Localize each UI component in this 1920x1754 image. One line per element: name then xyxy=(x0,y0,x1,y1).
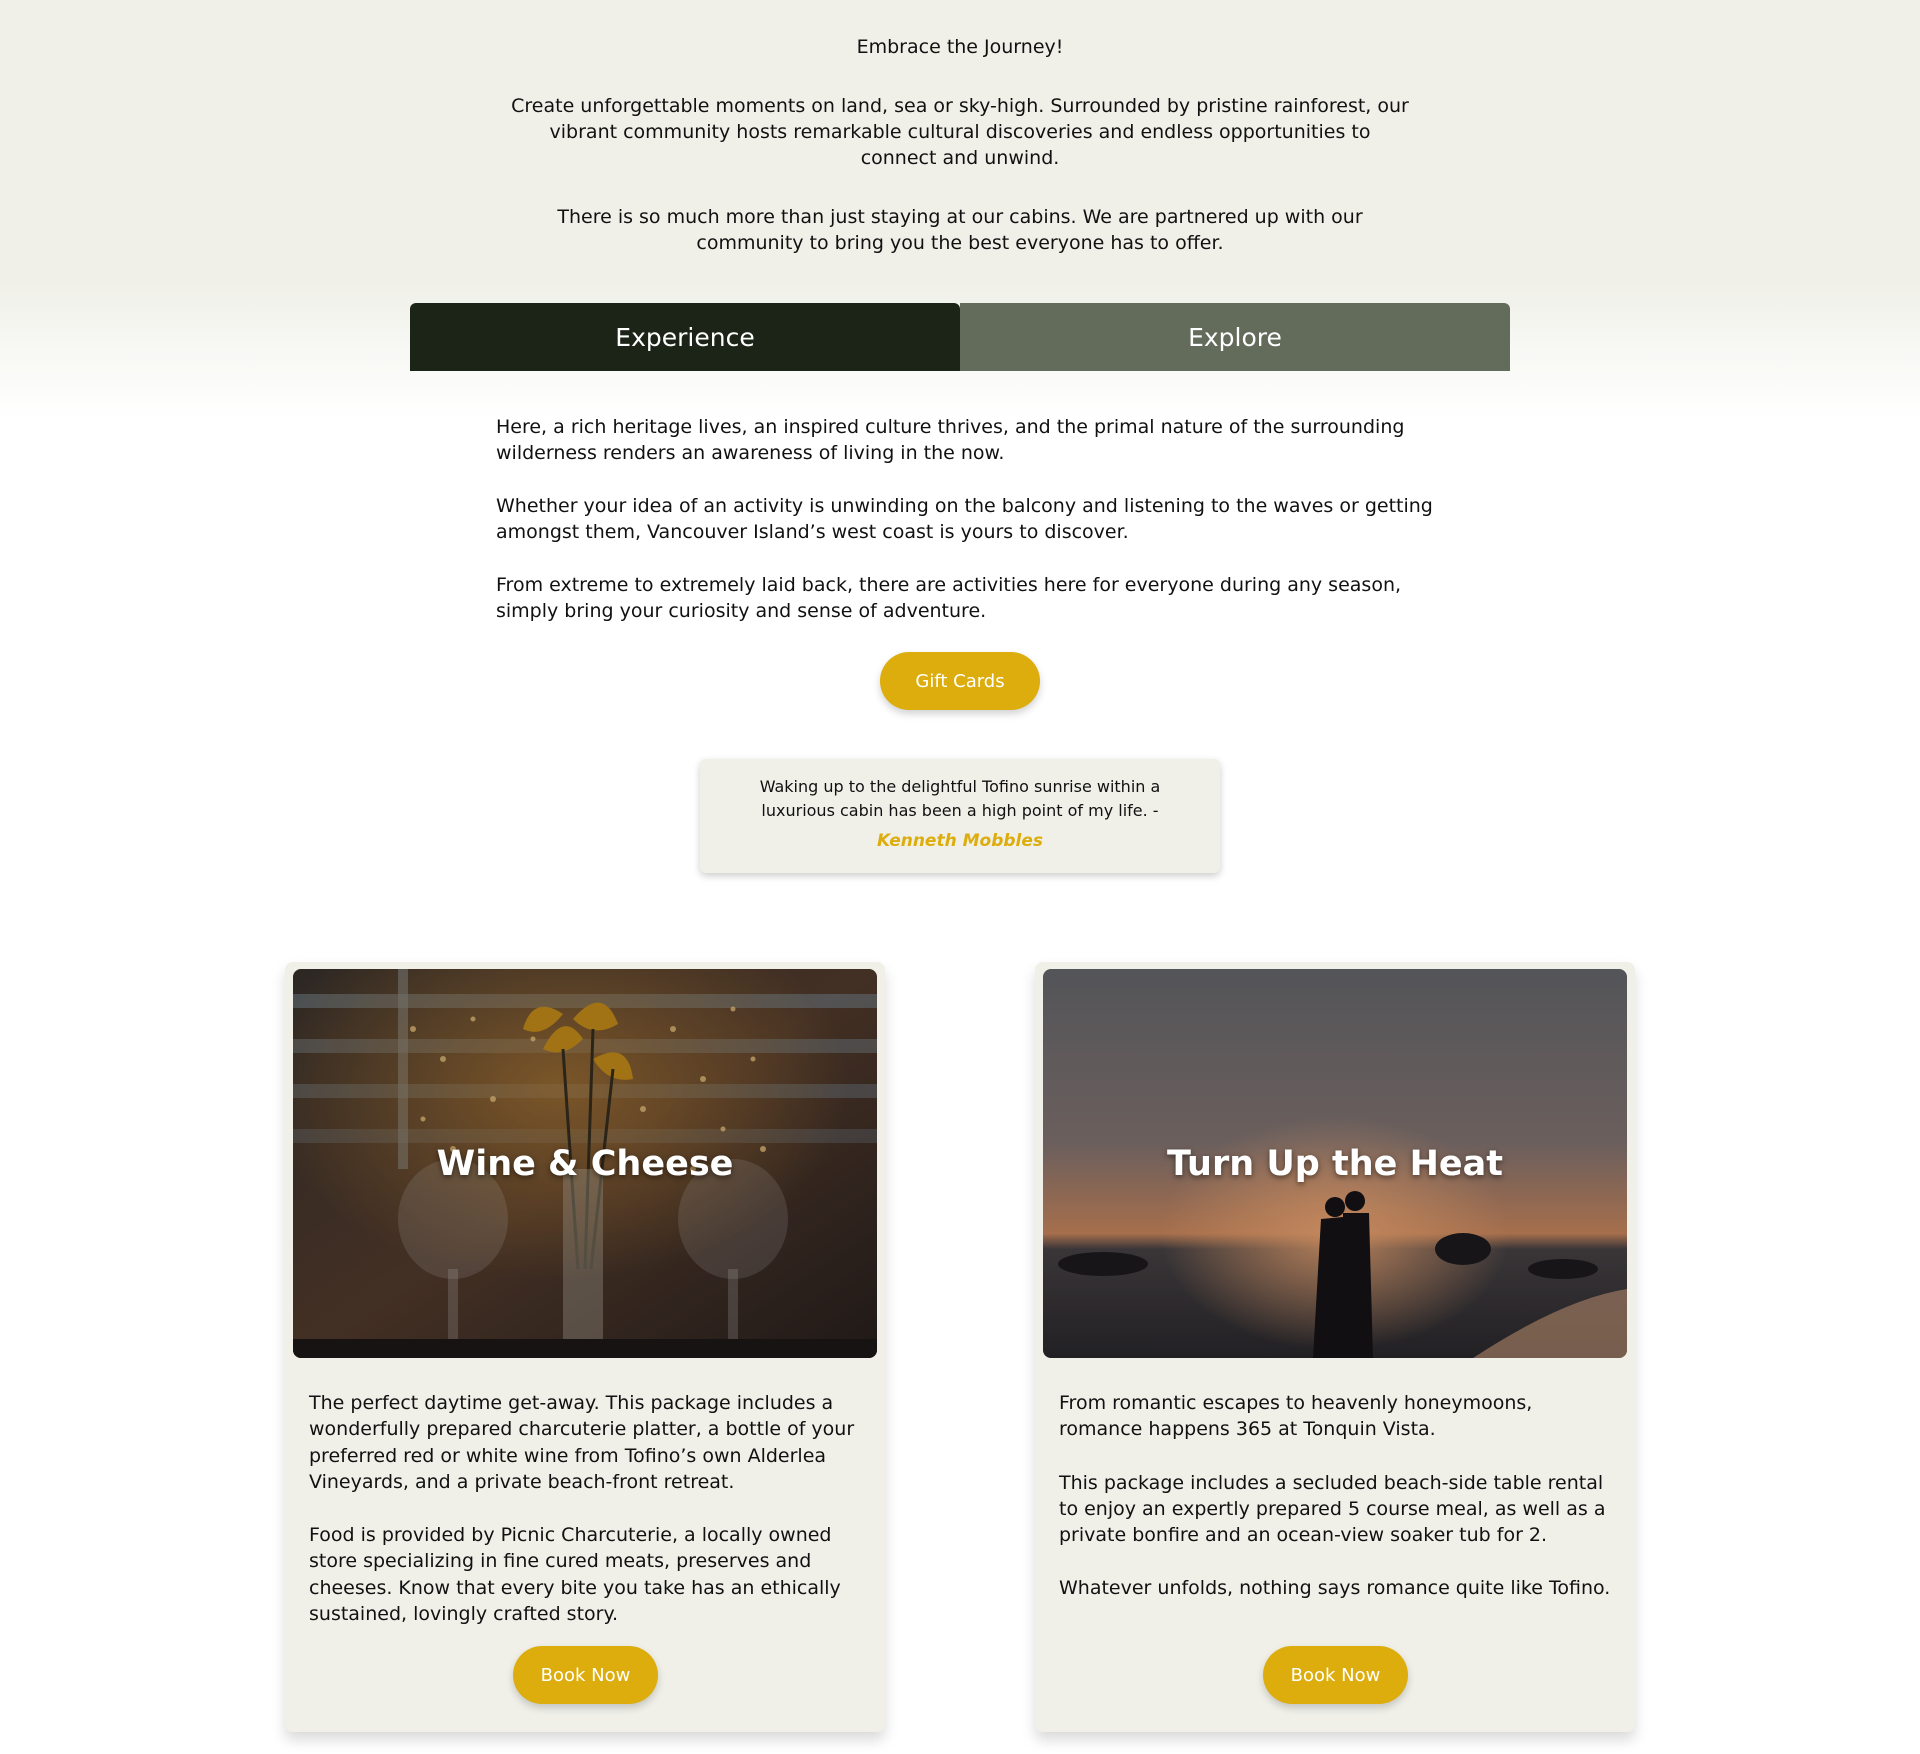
tab-bar: Experience Explore xyxy=(410,303,1510,371)
tab-experience[interactable]: Experience xyxy=(410,303,960,371)
testimonial-card: Waking up to the delightful Tofino sunri… xyxy=(700,759,1220,873)
wine-cheese-photo: Wine & Cheese xyxy=(293,969,877,1358)
intro-section: Embrace the Journey! Create unforgettabl… xyxy=(0,34,1920,289)
package-card-turn-up-the-heat: Turn Up the Heat From romantic escapes t… xyxy=(1035,962,1635,1732)
card-paragraph: The perfect daytime get-away. This packa… xyxy=(309,1392,855,1493)
card-paragraph: This package includes a secluded beach-s… xyxy=(1059,1471,1606,1547)
experience-content: Here, a rich heritage lives, an inspired… xyxy=(496,414,1436,651)
intro-paragraph: There is so much more than just staying … xyxy=(557,206,1363,254)
card-paragraph: From romantic escapes to heavenly honeym… xyxy=(1059,1392,1533,1441)
card-paragraph: Food is provided by Picnic Charcuterie, … xyxy=(309,1524,841,1626)
package-card-wine-cheese: Wine & Cheese The perfect daytime get-aw… xyxy=(285,962,885,1732)
tab-explore[interactable]: Explore xyxy=(960,303,1510,371)
card-title: Wine & Cheese xyxy=(436,1144,734,1184)
testimonial-author: Kenneth Mobbles xyxy=(876,831,1044,851)
testimonial-quote: Waking up to the delightful Tofino sunri… xyxy=(759,777,1161,820)
book-now-button[interactable]: Book Now xyxy=(1263,1646,1408,1704)
experience-paragraph: From extreme to extremely laid back, the… xyxy=(496,574,1402,622)
gift-cards-button[interactable]: Gift Cards xyxy=(880,652,1040,710)
card-description: The perfect daytime get-away. This packa… xyxy=(309,1390,861,1654)
card-description: From romantic escapes to heavenly honeym… xyxy=(1059,1390,1611,1629)
card-title: Turn Up the Heat xyxy=(1167,1144,1503,1184)
beach-sunset-photo: Turn Up the Heat xyxy=(1043,969,1627,1358)
book-now-button[interactable]: Book Now xyxy=(513,1646,658,1704)
intro-paragraph: Create unforgettable moments on land, se… xyxy=(511,95,1409,169)
experience-paragraph: Whether your idea of an activity is unwi… xyxy=(496,495,1433,543)
experience-paragraph: Here, a rich heritage lives, an inspired… xyxy=(496,416,1405,464)
card-paragraph: Whatever unfolds, nothing says romance q… xyxy=(1059,1577,1611,1600)
intro-heading: Embrace the Journey! xyxy=(856,36,1064,58)
